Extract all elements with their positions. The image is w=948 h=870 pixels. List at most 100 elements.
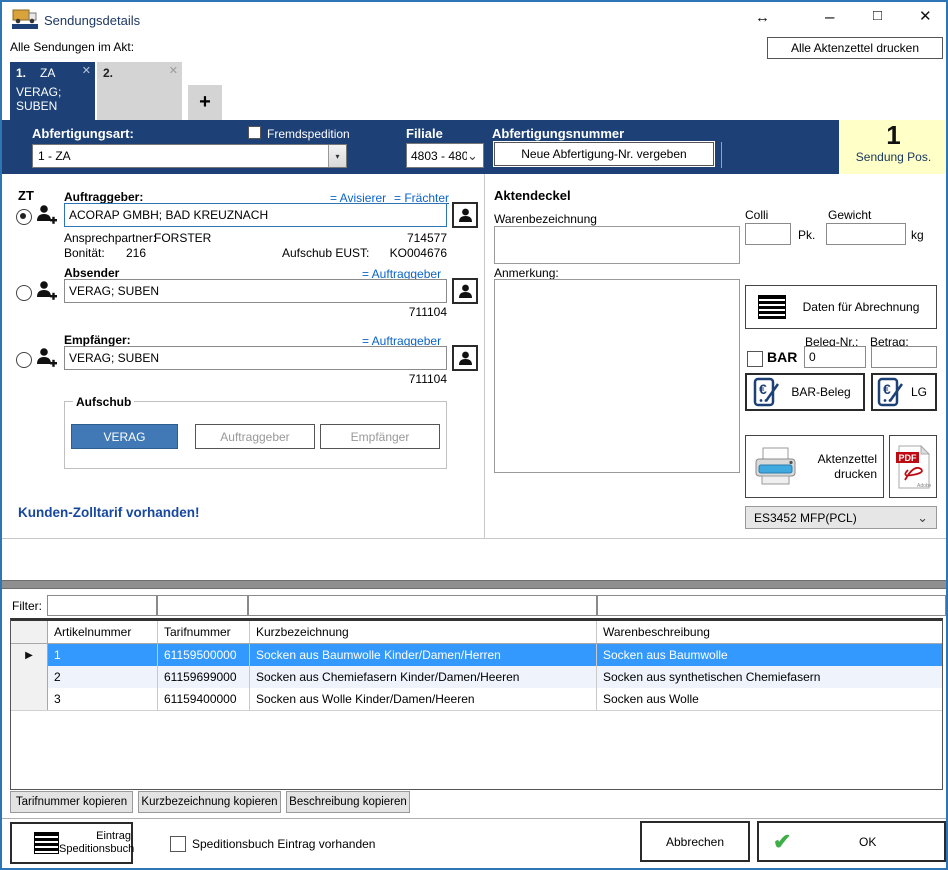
absender-lookup-button[interactable] [452,278,478,304]
absender-label: Absender [64,266,119,280]
eintrag-speditionsbuch-button[interactable]: Eintrag Speditionsbuch [10,822,133,864]
column-header-warenbeschreibung[interactable]: Warenbeschreibung [597,621,942,643]
bonitaet-label: Bonität: [64,246,105,260]
zt-label: ZT [18,188,34,203]
copy-kurzbezeichnung-button[interactable]: Kurzbezeichnung kopieren [138,791,281,813]
row-selector-cell [11,688,48,710]
copy-beschreibung-button[interactable]: Beschreibung kopieren [286,791,410,813]
beleg-nr-input[interactable] [804,346,866,368]
anmerkung-textarea[interactable] [494,279,740,473]
table-row-2[interactable]: 2 61159699000 Socken aus Chemiefasern Ki… [11,666,942,689]
aufschub-verag-button[interactable]: VERAG [71,424,178,449]
cell-kurzbezeichnung: Socken aus Wolle Kinder/Damen/Heeren [250,688,597,710]
auftraggeber-input[interactable] [64,203,447,227]
tab-close-icon[interactable]: ✕ [82,64,91,77]
print-all-aktenzettel-button[interactable]: Alle Aktenzettel drucken [767,37,943,59]
restore-icon[interactable]: ↔ [755,10,770,25]
filter-warenbeschreibung-input[interactable] [597,595,946,616]
aktenzettel-drucken-button[interactable]: Aktenzettel drucken [745,435,884,498]
position-count: 1 [839,120,948,150]
colli-label: Colli [745,208,768,222]
auftraggeber-radio[interactable] [16,209,32,225]
filter-tarifnummer-input[interactable] [157,595,248,616]
gewicht-input[interactable] [826,223,906,245]
section-separator [2,580,946,589]
add-tab-button[interactable]: + [188,85,222,120]
empfaenger-input[interactable] [64,346,447,370]
daten-abrechnung-label: Daten für Abrechnung [786,300,936,314]
fremdspedition-checkbox[interactable] [248,126,261,139]
column-header-tarifnummer[interactable]: Tarifnummer [158,621,250,643]
minimize-icon[interactable]: – [825,8,834,25]
aktendeckel-title: Aktendeckel [494,188,571,203]
vertical-divider [484,174,485,538]
bar-beleg-button[interactable]: € BAR-Beleg [745,373,865,411]
aufschub-auftraggeber-button[interactable]: Auftraggeber [195,424,315,449]
dropdown-arrow-icon[interactable]: ▾ [328,145,346,167]
auftraggeber-label: Auftraggeber: [64,190,143,204]
shipments-label: Alle Sendungen im Akt: [10,40,134,54]
copy-tarifnummer-button[interactable]: Tarifnummer kopieren [10,791,133,813]
tab-shipment-2[interactable]: 2. ✕ [97,62,182,120]
auftraggeber-lookup-button[interactable] [452,202,478,228]
zolltarif-notice: Kunden-Zolltarif vorhanden! [18,505,200,520]
filter-kurzbezeichnung-input[interactable] [248,595,597,616]
table-row-1-selected[interactable]: ▶ 1 61159500000 Socken aus Baumwolle Kin… [11,644,942,667]
filiale-label: Filiale [406,126,443,141]
cell-artikelnummer: 1 [48,644,158,666]
person-icon [457,283,474,300]
anmerkung-label: Anmerkung: [494,266,559,280]
betrag-input[interactable] [871,346,937,368]
absender-input[interactable] [64,279,447,303]
daten-abrechnung-button[interactable]: Daten für Abrechnung [745,285,937,329]
cell-tarifnummer: 61159400000 [158,688,250,710]
column-header-artikelnummer[interactable]: Artikelnummer [48,621,158,643]
cell-kurzbezeichnung: Socken aus Chemiefasern Kinder/Damen/Hee… [250,666,597,688]
abfertigungsart-value: 1 - ZA [33,149,328,163]
add-person-icon[interactable] [35,346,58,374]
new-abfertigung-nr-button[interactable]: Neue Abfertigung-Nr. vergeben [494,142,714,166]
ok-button[interactable]: ✔ OK [757,821,946,862]
abfertigungsart-select[interactable]: 1 - ZA ▾ [32,144,347,168]
tab-shipment-1[interactable]: 1. ZA ✕ VERAG; SUBEN [10,62,95,120]
empfaenger-lookup-button[interactable] [452,345,478,371]
aufschub-legend: Aufschub [73,395,134,409]
column-header-kurzbezeichnung[interactable]: Kurzbezeichnung [250,621,597,643]
book-lines-icon [34,832,59,854]
speditionsbuch-checkbox[interactable] [170,836,186,852]
chevron-down-icon: ⌄ [917,511,936,524]
aufschub-eust-label: Aufschub EUST: [282,246,369,260]
table-header-row: Artikelnummer Tarifnummer Kurzbezeichnun… [11,621,942,644]
aufschub-group: Aufschub VERAG Auftraggeber Empfänger [64,401,447,469]
filter-artikelnummer-input[interactable] [47,595,157,616]
row-selector-cell [11,666,48,688]
check-icon: ✔ [773,829,791,855]
printer-value: ES3452 MFP(PCL) [746,511,917,525]
lg-button[interactable]: € LG [871,373,937,411]
absender-radio[interactable] [16,285,32,301]
maximize-icon[interactable]: □ [873,8,882,23]
tab-name: VERAG; SUBEN [16,85,86,113]
filiale-select[interactable]: 4803 - 480 ⌄ [406,143,484,168]
add-person-icon[interactable] [35,203,58,231]
cell-tarifnummer: 61159699000 [158,666,250,688]
bar-separator [721,142,722,168]
tab-close-icon[interactable]: ✕ [169,64,178,77]
ansprechpartner-value: FORSTER [154,231,211,245]
empfaenger-label: Empfänger: [64,333,131,347]
printer-select[interactable]: ES3452 MFP(PCL) ⌄ [745,506,937,529]
close-icon[interactable]: ✕ [919,9,932,24]
window-title: Sendungsdetails [44,13,140,28]
add-person-icon[interactable] [35,279,58,307]
colli-input[interactable] [745,223,791,245]
warenbezeichnung-label: Warenbezeichnung [494,212,597,226]
cancel-button[interactable]: Abbrechen [640,821,750,862]
aufschub-empfaenger-button[interactable]: Empfänger [320,424,440,449]
warenbezeichnung-textarea[interactable] [494,226,740,264]
aufschub-eust-value: KO004676 [377,246,447,260]
empfaenger-radio[interactable] [16,352,32,368]
speditionsbuch-checkbox-label: Speditionsbuch Eintrag vorhanden [192,837,375,851]
table-row-3[interactable]: 3 61159400000 Socken aus Wolle Kinder/Da… [11,688,942,711]
bar-checkbox[interactable] [747,351,763,367]
pdf-button[interactable]: PDF Adobe [889,435,937,498]
